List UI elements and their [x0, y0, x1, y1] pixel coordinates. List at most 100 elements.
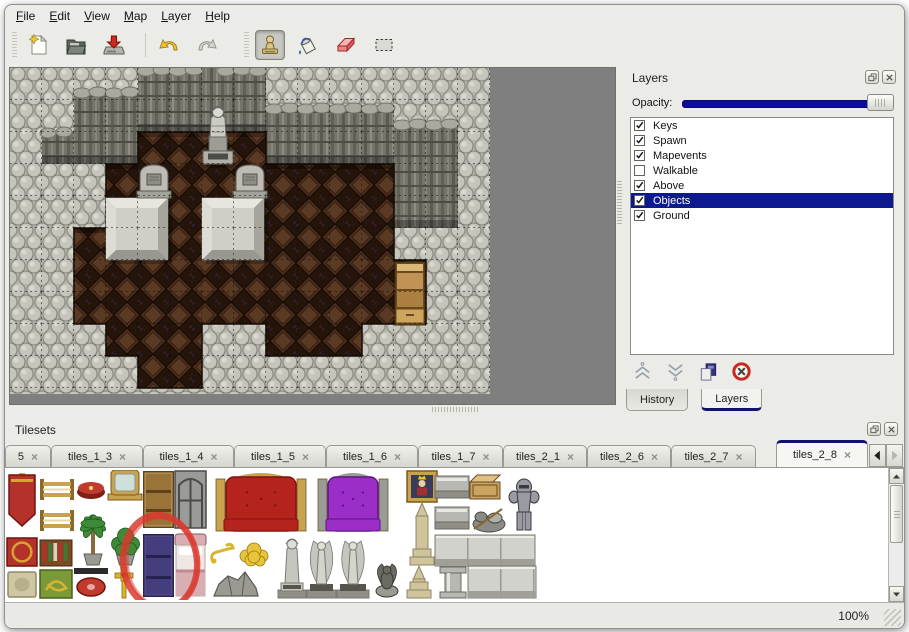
select-rect-tool-button[interactable]: [369, 30, 399, 60]
tile-loom[interactable]: [40, 510, 74, 531]
close-tab-icon[interactable]: ×: [211, 451, 218, 463]
undo-button[interactable]: [154, 30, 184, 60]
tile-purple-door[interactable]: [143, 534, 174, 597]
duplicate-layer-button[interactable]: [696, 359, 720, 383]
toolbar-drag-handle[interactable]: [244, 32, 249, 58]
layer-row-objects[interactable]: Objects: [631, 193, 893, 208]
layer-visibility-checkbox[interactable]: [634, 120, 645, 131]
layer-visibility-checkbox[interactable]: [634, 180, 645, 191]
tile-wooden-crate[interactable]: [470, 475, 500, 499]
tile-small-obelisk[interactable]: [407, 566, 431, 598]
tile-loom[interactable]: [40, 479, 74, 500]
tileset-tab-tiles_2_7[interactable]: tiles_2_7 ×: [671, 445, 756, 467]
opacity-slider[interactable]: [682, 93, 894, 113]
close-tab-icon[interactable]: ×: [119, 451, 126, 463]
tile-obelisk[interactable]: [410, 503, 434, 565]
close-tab-icon[interactable]: ×: [567, 451, 574, 463]
layer-visibility-checkbox[interactable]: [634, 165, 645, 176]
layer-row-keys[interactable]: Keys: [631, 118, 893, 133]
menu-help[interactable]: Help: [202, 7, 241, 25]
move-layer-down-button[interactable]: [663, 359, 687, 383]
tile-parchment[interactable]: [8, 572, 36, 597]
tile-stone-platform-tiles[interactable]: [435, 535, 535, 566]
close-tilesets-panel-button[interactable]: [884, 422, 898, 436]
tileset-tab-tiles_1_7[interactable]: tiles_1_7 ×: [418, 445, 503, 467]
tile-red-wheel[interactable]: [74, 568, 108, 596]
tile-stone-ledge[interactable]: [435, 476, 469, 498]
fill-tool-button[interactable]: [293, 30, 323, 60]
tileset-scrollbar[interactable]: [888, 468, 904, 602]
toolbar-drag-handle[interactable]: [12, 32, 17, 58]
layer-visibility-checkbox[interactable]: [634, 135, 645, 146]
tile-bookshelf[interactable]: [40, 540, 72, 566]
move-layer-up-button[interactable]: [630, 359, 654, 383]
dock-tab-history[interactable]: History: [626, 389, 688, 411]
layer-visibility-checkbox[interactable]: [634, 210, 645, 221]
float-layers-panel-button[interactable]: [865, 70, 879, 84]
tileset-tab-5[interactable]: 5 ×: [5, 445, 51, 467]
eraser-tool-button[interactable]: [331, 30, 361, 60]
tile-stone-ledge[interactable]: [435, 507, 469, 529]
layer-visibility-checkbox[interactable]: [634, 195, 645, 206]
tile-armor-pile[interactable]: [473, 509, 505, 532]
tile-emblem-banner[interactable]: [7, 538, 37, 566]
tile-dresser-mirror[interactable]: [108, 470, 142, 500]
tile-rock-pile[interactable]: [214, 572, 258, 596]
redo-button[interactable]: [192, 30, 222, 60]
tileset-tab-tiles_1_5[interactable]: tiles_1_5 ×: [234, 445, 326, 467]
layer-row-ground[interactable]: Ground: [631, 208, 893, 223]
menu-layer[interactable]: Layer: [158, 7, 202, 25]
close-tab-icon[interactable]: ×: [736, 451, 743, 463]
open-map-button[interactable]: [61, 30, 91, 60]
opacity-slider-groove[interactable]: [682, 100, 891, 108]
tileset-tab-tiles_2_8[interactable]: tiles_2_8 ×: [776, 440, 868, 467]
close-layers-panel-button[interactable]: [882, 70, 896, 84]
layer-row-mapevents[interactable]: Mapevents: [631, 148, 893, 163]
menu-view[interactable]: View: [81, 7, 121, 25]
layer-row-above[interactable]: Above: [631, 178, 893, 193]
delete-layer-button[interactable]: [729, 359, 753, 383]
menu-file[interactable]: File: [13, 7, 46, 25]
tile-angel-statue[interactable]: [307, 541, 336, 598]
tile-angel-statue[interactable]: [337, 541, 369, 598]
tile-gold-pile[interactable]: [240, 543, 268, 566]
tileset-tab-tiles_1_6[interactable]: tiles_1_6 ×: [326, 445, 418, 467]
close-tab-icon[interactable]: ×: [844, 449, 851, 461]
tile-gray-gate[interactable]: [175, 471, 206, 528]
scrollbar-up-button[interactable]: [889, 468, 904, 484]
horizontal-splitter-handle[interactable]: [432, 407, 478, 412]
dock-tab-layers[interactable]: Layers: [701, 389, 762, 411]
tileset-tab-tiles_2_6[interactable]: tiles_2_6 ×: [587, 445, 671, 467]
layer-row-spawn[interactable]: Spawn: [631, 133, 893, 148]
scrollbar-thumb[interactable]: [890, 485, 903, 543]
close-tab-icon[interactable]: ×: [651, 451, 658, 463]
tile-red-cushion[interactable]: [77, 482, 105, 499]
tileset-tab-tiles_1_4[interactable]: tiles_1_4 ×: [143, 445, 234, 467]
tileset-image[interactable]: [6, 470, 551, 600]
layer-visibility-checkbox[interactable]: [634, 150, 645, 161]
tileset-content[interactable]: [5, 467, 904, 602]
tile-stone-corner-tiles[interactable]: [468, 566, 536, 598]
close-tab-icon[interactable]: ×: [483, 451, 490, 463]
tile-green-flag[interactable]: [40, 570, 72, 598]
new-map-button[interactable]: [23, 30, 53, 60]
tile-gold-key[interactable]: [212, 544, 234, 563]
tile-red-banner[interactable]: [9, 473, 35, 526]
close-tab-icon[interactable]: ×: [394, 451, 401, 463]
close-tab-icon[interactable]: ×: [31, 451, 38, 463]
tile-red-throne[interactable]: [216, 473, 306, 531]
map-canvas[interactable]: [10, 68, 490, 394]
tile-hooded-statue[interactable]: [278, 539, 306, 598]
tileset-tab-tiles_2_1[interactable]: tiles_2_1 ×: [503, 445, 587, 467]
menu-map[interactable]: Map: [121, 7, 158, 25]
opacity-slider-handle[interactable]: [867, 94, 894, 111]
map-view[interactable]: [9, 67, 616, 405]
save-map-button[interactable]: [99, 30, 129, 60]
float-tilesets-panel-button[interactable]: [867, 422, 881, 436]
tile-purple-throne[interactable]: [318, 473, 388, 531]
tile-gargoyle-statue[interactable]: [376, 564, 398, 597]
stamp-tool-button[interactable]: [255, 30, 285, 60]
tile-stone-pillar[interactable]: [440, 567, 466, 598]
tile-king-portrait[interactable]: [407, 471, 437, 502]
scroll-tabs-right-button[interactable]: [886, 444, 903, 467]
